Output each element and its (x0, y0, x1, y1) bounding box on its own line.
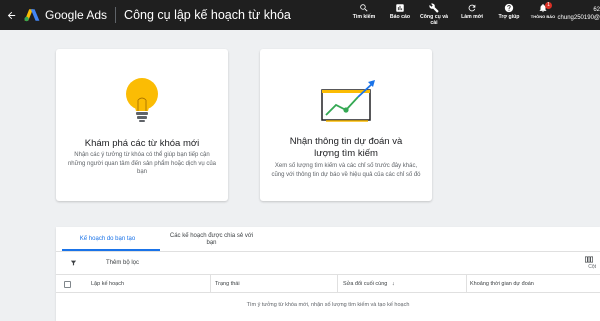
header-plan[interactable]: Lập kế hoạch (91, 281, 124, 287)
google-ads-logo[interactable]: Google Ads (24, 8, 107, 22)
reports-label: Báo cáo (389, 14, 411, 20)
column-separator (337, 275, 338, 293)
discover-keywords-card[interactable]: Khám phá các từ khóa mới Nhận các ý tưởn… (56, 49, 228, 201)
forecast-description: Xem số lượng tìm kiếm và các chỉ số trướ… (271, 163, 421, 178)
reports-button[interactable]: Báo cáo (384, 0, 416, 30)
header-last-modified-label: Sửa đổi cuối cùng (343, 281, 388, 287)
google-ads-logo-icon (24, 8, 40, 22)
account-id: 62 (593, 7, 600, 13)
notification-badge: 1 (545, 2, 552, 9)
notifications-label: THÔNG BÁO (530, 14, 556, 19)
columns-icon[interactable] (585, 256, 593, 263)
account-email: chung250190@ (557, 15, 600, 21)
filter-icon[interactable] (70, 259, 77, 267)
header-actions: Tìm kiếm Báo cáo Công cụ và cài Làm mới … (344, 0, 560, 30)
help-button[interactable]: Trợ giúp (492, 0, 526, 30)
search-icon (360, 4, 368, 12)
lightbulb-icon (126, 78, 158, 122)
plans-panel: Kế hoạch do bạn tạo Các kế hoạch được ch… (56, 227, 600, 321)
arrow-back-icon[interactable] (0, 10, 22, 21)
tools-icon (429, 3, 439, 13)
top-app-bar: Google Ads Công cụ lập kế hoạch từ khóa … (0, 0, 600, 30)
help-label: Trợ giúp (498, 14, 520, 20)
column-separator (466, 275, 467, 293)
discover-keywords-title: Khám phá các từ khóa mới (84, 138, 200, 149)
sort-down-icon: ↓ (391, 281, 395, 287)
report-icon (396, 4, 404, 12)
notifications-button[interactable]: 1 THÔNG BÁO (526, 0, 560, 30)
columns-label[interactable]: Cột (588, 264, 596, 270)
forecast-volume-card[interactable]: Nhận thông tin dự đoán và lượng tìm kiếm… (260, 49, 432, 201)
select-all-checkbox[interactable] (64, 281, 71, 288)
tools-label: Công cụ và cài (420, 14, 448, 26)
discover-keywords-description: Nhận các ý tưởng từ khóa có thể giúp bạn… (67, 152, 217, 175)
page-title: Công cụ lập kế hoạch từ khóa (124, 8, 291, 22)
header-divider (115, 7, 117, 23)
forecast-chart-icon (321, 80, 375, 122)
empty-state-message: Tìm ý tưởng từ khóa mới, nhận số lượng t… (246, 302, 410, 308)
tools-button[interactable]: Công cụ và cài (416, 0, 452, 30)
refresh-icon (468, 4, 476, 12)
refresh-button[interactable]: Làm mới (452, 0, 492, 30)
help-icon (504, 3, 514, 13)
header-status[interactable]: Trạng thái (215, 281, 240, 287)
refresh-label: Làm mới (461, 14, 483, 20)
filter-bar: Thêm bộ lọc Cột (56, 252, 600, 274)
account-info[interactable]: 62 chung250190@ (558, 6, 600, 22)
forecast-title-line1: Nhận thông tin dự đoán và (289, 136, 403, 147)
table-header: Lập kế hoạch Trạng thái Sửa đổi cuối cùn… (56, 274, 600, 293)
tab-shared-line1: Các kế hoạch được chia sẻ với (169, 233, 254, 239)
forecast-title-line2: lượng tìm kiếm (314, 148, 378, 159)
tab-shared-plans[interactable]: Các kế hoạch được chia sẻ với bạn (159, 227, 264, 251)
column-separator (210, 275, 211, 293)
tab-shared-line2: bạn (206, 240, 217, 246)
logo-text: Google Ads (45, 8, 108, 22)
header-last-modified[interactable]: Sửa đổi cuối cùng ↓ (343, 281, 395, 287)
tab-created-plans[interactable]: Kế hoạch do bạn tạo (56, 227, 159, 251)
add-filter-button[interactable]: Thêm bộ lọc (106, 260, 139, 266)
search-label: Tìm kiếm (352, 14, 376, 20)
search-button[interactable]: Tìm kiếm (344, 0, 384, 30)
header-forecast-period[interactable]: Khoảng thời gian dự đoán (470, 281, 534, 287)
